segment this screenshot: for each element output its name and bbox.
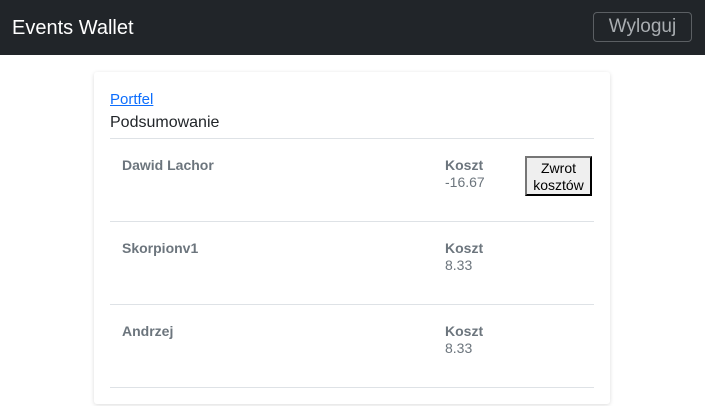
summary-card: Portfel Podsumowanie Dawid Lachor Koszt …	[94, 72, 610, 404]
participant-name: Andrzej	[122, 323, 174, 339]
wallet-link[interactable]: Portfel	[110, 91, 153, 109]
card-title: Podsumowanie	[110, 114, 220, 131]
cost-value: 8.33	[445, 340, 473, 356]
participant-name: Skorpionv1	[122, 240, 199, 256]
navbar: Events Wallet Wyloguj	[0, 0, 705, 55]
list-item: Andrzej Koszt 8.33	[110, 305, 594, 388]
cost-label: Koszt	[445, 157, 484, 173]
list-item: Dawid Lachor Koszt -16.67 Zwrot kosztów	[110, 139, 594, 222]
cost-label: Koszt	[445, 240, 484, 256]
brand-title[interactable]: Events Wallet	[12, 16, 134, 40]
refund-button[interactable]: Zwrot kosztów	[525, 156, 592, 196]
participant-name: Dawid Lachor	[122, 157, 214, 173]
list-item: Skorpionv1 Koszt 8.33	[110, 222, 594, 305]
cost-label: Koszt	[445, 323, 484, 339]
cost-value: 8.33	[445, 257, 473, 273]
participants-list: Dawid Lachor Koszt -16.67 Zwrot kosztów …	[110, 138, 594, 388]
cost-value: -16.67	[445, 174, 485, 190]
logout-button[interactable]: Wyloguj	[593, 12, 692, 42]
